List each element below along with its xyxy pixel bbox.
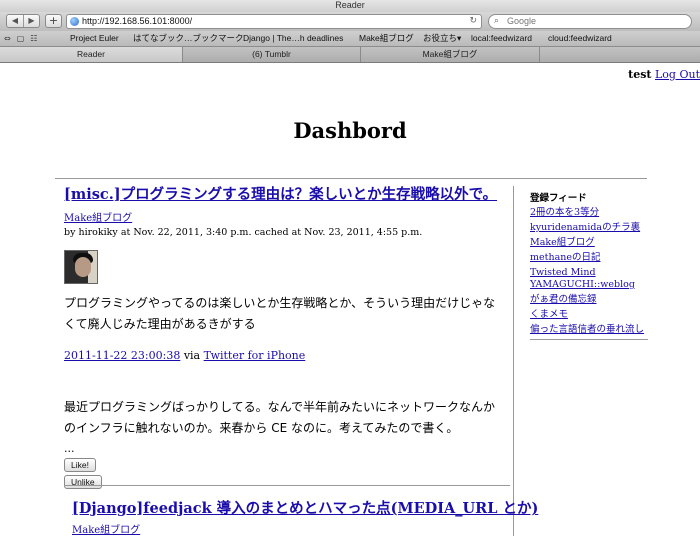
feed-sidebar: 登録フィード 2冊の本を3等分 kyuridenamidaのチラ裏 Make組ブ… xyxy=(530,190,648,340)
entry-meta: by hirokiky at Nov. 22, 2011, 3:40 p.m. … xyxy=(64,227,423,238)
user-bar: test Log Out xyxy=(628,68,700,81)
header-divider xyxy=(55,178,647,179)
forward-button[interactable]: ▶ xyxy=(23,15,39,27)
address-text: http://192.168.56.101:8000/ xyxy=(82,16,193,26)
book-icon[interactable]: ▢ xyxy=(17,31,25,46)
tab-reader[interactable]: Reader xyxy=(0,47,183,62)
bookmark-make-blog[interactable]: Make組ブログ xyxy=(359,31,414,46)
add-bookmark-button[interactable]: + xyxy=(45,14,62,28)
search-icon: ⌕ xyxy=(494,16,500,26)
feed-link[interactable]: 2冊の本を3等分 xyxy=(530,207,648,219)
address-bar[interactable]: http://192.168.56.101:8000/ ↻ xyxy=(66,14,482,29)
bookmark-folder-useful[interactable]: お役立ち▾ xyxy=(423,31,461,46)
top-sites-icon[interactable]: ☷ xyxy=(30,31,37,46)
entry-source-link[interactable]: Make組ブログ xyxy=(72,521,502,536)
search-field[interactable]: ⌕ Google xyxy=(488,14,692,29)
feed-link[interactable]: YAMAGUCHI::weblog xyxy=(530,279,648,291)
feed-link[interactable]: kyuridenamidaのチラ裏 xyxy=(530,222,648,234)
username: test xyxy=(628,68,652,81)
bookmark-hatena[interactable]: はてなブック…ブックマーク xyxy=(133,31,244,46)
browser-toolbar: ◀ ▶ + http://192.168.56.101:8000/ ↻ ⌕ Go… xyxy=(0,12,700,31)
entry-text: プログラミングやってるのは楽しいとか生存戦略とか、そういう理由だけじゃなくて廃人… xyxy=(64,296,496,331)
tab-bar-empty xyxy=(540,47,700,62)
page-title: Dashbord xyxy=(293,118,407,143)
entries-column: [misc.]プログラミングする理由は？楽しいとか生存戦略以外で。 Make組ブ… xyxy=(56,186,538,536)
tweet-timestamp-link[interactable]: 2011-11-22 23:00:38 xyxy=(64,349,180,362)
unlike-button[interactable]: Unlike xyxy=(64,475,102,489)
entry: [Django]feedjack 導入のまとめとハマった点(MEDIA_URL … xyxy=(72,500,538,536)
bookmark-project-euler[interactable]: Project Euler xyxy=(70,31,119,46)
tab-make-blog[interactable]: Make組ブログ xyxy=(361,47,540,62)
reading-list-icon[interactable]: ⇔ xyxy=(4,31,11,46)
feed-link[interactable]: がぁ君の備忘録 xyxy=(530,294,648,306)
entry-source-link[interactable]: Make組ブログ xyxy=(64,209,504,224)
tab-bar: Reader (6) Tumblr Make組ブログ xyxy=(0,47,700,63)
via-label: via xyxy=(183,349,201,362)
reload-icon[interactable]: ↻ xyxy=(469,15,477,28)
logout-link[interactable]: Log Out xyxy=(655,68,700,81)
globe-icon xyxy=(70,17,79,26)
tweet-client-link[interactable]: Twitter for iPhone xyxy=(204,349,306,362)
sidebar-divider xyxy=(530,339,648,340)
author-avatar xyxy=(64,250,98,284)
window-title: Reader xyxy=(0,0,700,12)
nav-buttons: ◀ ▶ xyxy=(6,14,40,28)
feed-link[interactable]: methaneの日記 xyxy=(530,252,648,264)
entry-divider xyxy=(64,485,510,486)
bookmark-django[interactable]: Django | The…h deadlines xyxy=(243,31,343,46)
bookmark-local-feedwizard[interactable]: local:feedwizard xyxy=(471,31,532,46)
feed-link[interactable]: 偏った言語信者の垂れ流し xyxy=(530,324,648,336)
entry-excerpt: 最近プログラミングばっかりしてる。なんで半年前みたいにネットワークなんかのインフ… xyxy=(64,400,496,435)
back-button[interactable]: ◀ xyxy=(7,15,23,27)
entry-title-link[interactable]: [misc.]プログラミングする理由は？楽しいとか生存戦略以外で。 xyxy=(64,186,504,204)
feed-link[interactable]: Twisted Mind xyxy=(530,267,648,279)
feed-link[interactable]: Make組ブログ xyxy=(530,237,648,249)
tab-tumblr[interactable]: (6) Tumblr xyxy=(183,47,361,62)
entry: [misc.]プログラミングする理由は？楽しいとか生存戦略以外で。 Make組ブ… xyxy=(64,186,504,489)
tweet-source-line: 2011-11-22 23:00:38 via Twitter for iPho… xyxy=(64,349,504,362)
entry-title-link[interactable]: [Django]feedjack 導入のまとめとハマった点(MEDIA_URL … xyxy=(72,500,538,518)
bookmark-tools: ⇔ ▢ ☷ xyxy=(4,31,37,46)
search-placeholder: Google xyxy=(507,16,537,26)
bookmarks-bar: ⇔ ▢ ☷ Project Euler はてなブック…ブックマーク Django… xyxy=(0,31,700,47)
bookmark-cloud-feedwizard[interactable]: cloud:feedwizard xyxy=(548,31,612,46)
entry-ellipsis: ... xyxy=(64,442,75,455)
sidebar-heading: 登録フィード xyxy=(530,193,587,204)
feed-link[interactable]: くまメモ xyxy=(530,309,648,321)
like-button[interactable]: Like! xyxy=(64,458,96,472)
